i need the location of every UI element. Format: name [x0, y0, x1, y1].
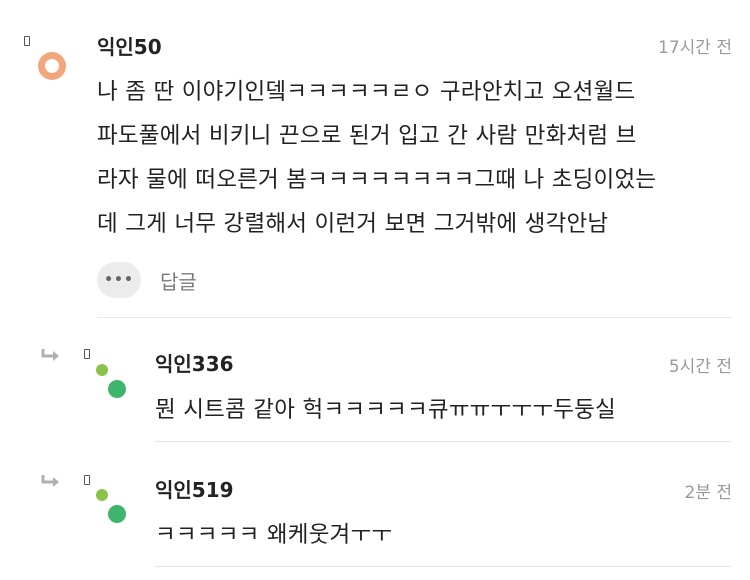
- reply-button[interactable]: 답글: [160, 266, 197, 295]
- comment-time: 17시간 전: [658, 38, 732, 58]
- reply-author[interactable]: 익인336: [155, 348, 234, 377]
- comment-author[interactable]: 익인50: [97, 31, 162, 60]
- comment-body-line: 라자 물에 떠오른거 봄ㅋㅋㅋㅋㅋㅋㅋㅋ그때 나 초딩이었는: [97, 167, 657, 193]
- avatar[interactable]: [108, 505, 126, 523]
- comment-marker-icon: [24, 36, 30, 46]
- comment-body-line: 나 좀 딴 이야기인뎈ㅋㅋㅋㅋㅋㄹㅇ 구라안치고 오션월드: [97, 79, 636, 105]
- avatar-dot-small: [96, 489, 108, 501]
- divider: [155, 566, 732, 567]
- more-options-button[interactable]: •••: [97, 262, 141, 298]
- reply-body: 뭔 시트콤 같아 헉ㅋㅋㅋㅋㅋ큐ㅠㅠㅜㅜㅜ두둥실: [155, 397, 616, 423]
- reply-author[interactable]: 익인519: [155, 474, 234, 503]
- avatar[interactable]: [108, 380, 126, 398]
- reply-time: 2분 전: [684, 483, 733, 503]
- avatar-dot-small: [96, 364, 108, 376]
- comment-body-line: 파도풀에서 비키니 끈으로 된거 입고 간 사람 만화처럼 브: [97, 123, 637, 149]
- comment-marker-icon: [84, 475, 90, 485]
- divider: [155, 441, 732, 442]
- avatar[interactable]: [38, 52, 66, 80]
- reply-arrow-icon: [41, 475, 59, 487]
- reply-time: 5시간 전: [668, 357, 732, 377]
- reply-body: ㅋㅋㅋㅋㅋ 왜케웃겨ㅜㅜ: [155, 522, 393, 548]
- comment-marker-icon: [84, 349, 90, 359]
- divider: [97, 317, 732, 318]
- more-dots-icon: •••: [104, 272, 134, 288]
- reply-arrow-icon: [41, 349, 59, 361]
- comment-body-line: 데 그게 너무 강렬해서 이런거 보면 그거밖에 생각안남: [97, 211, 609, 237]
